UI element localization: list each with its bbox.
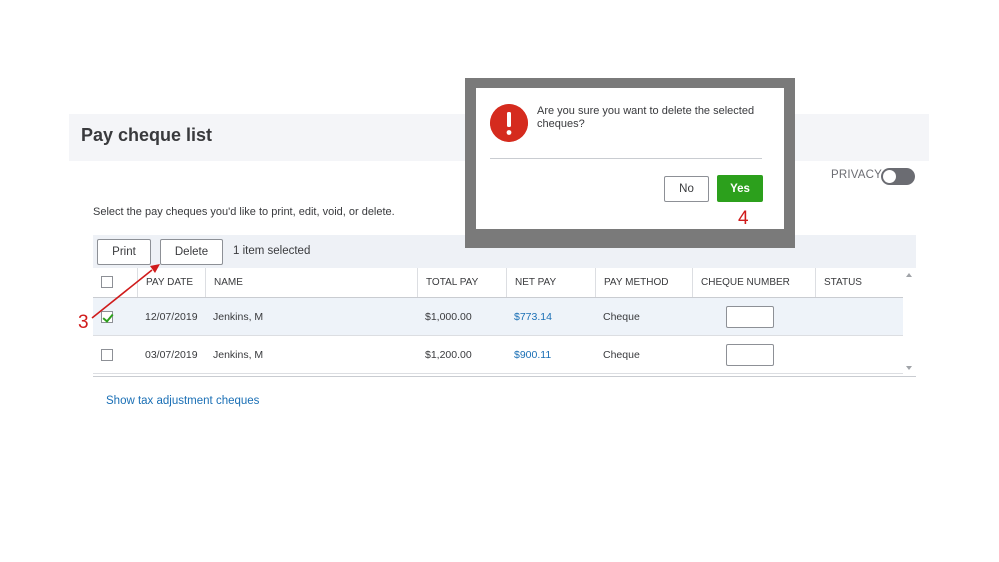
privacy-toggle[interactable] (881, 168, 915, 185)
pay-method-cell: Cheque (603, 349, 640, 361)
header-name[interactable]: NAME (205, 268, 417, 297)
header-select-cell (93, 268, 137, 297)
table-scrollbar[interactable] (903, 268, 916, 376)
select-all-checkbox[interactable] (101, 276, 113, 288)
status-cell (815, 336, 823, 374)
pay-date-cell: 03/07/2019 (145, 349, 198, 361)
name-cell: Jenkins, M (213, 349, 264, 361)
header-total-pay[interactable]: TOTAL PAY (417, 268, 506, 297)
total-pay-cell: $1,000.00 (425, 311, 472, 323)
instructions-text: Select the pay cheques you'd like to pri… (93, 206, 395, 218)
table-row[interactable]: 03/07/2019 Jenkins, M $1,200.00 $900.11 … (93, 336, 903, 374)
net-pay-link[interactable]: $773.14 (506, 298, 552, 336)
pay-cheque-table: PAY DATE NAME TOTAL PAY NET PAY PAY METH… (93, 268, 916, 377)
page-title: Pay cheque list (81, 125, 213, 145)
table-header-row: PAY DATE NAME TOTAL PAY NET PAY PAY METH… (93, 268, 903, 298)
cheque-number-input[interactable] (726, 344, 774, 366)
table-row[interactable]: 12/07/2019 Jenkins, M $1,000.00 $773.14 … (93, 298, 903, 336)
header-status[interactable]: STATUS (815, 268, 903, 297)
annotation-step-3: 3 (78, 312, 89, 333)
show-tax-adjustment-link[interactable]: Show tax adjustment cheques (106, 395, 259, 407)
total-pay-cell: $1,200.00 (425, 349, 472, 361)
pay-method-cell: Cheque (603, 311, 640, 323)
pay-date-cell: 12/07/2019 (145, 311, 198, 323)
toggle-knob (883, 170, 896, 183)
annotation-step-4: 4 (738, 208, 749, 229)
header-pay-method[interactable]: PAY METHOD (595, 268, 692, 297)
status-cell (815, 298, 823, 336)
row-checkbox[interactable] (101, 311, 113, 323)
header-pay-date[interactable]: PAY DATE (137, 268, 205, 297)
scroll-down-icon[interactable] (906, 366, 912, 370)
cheque-number-input[interactable] (726, 306, 774, 328)
print-button[interactable]: Print (97, 239, 151, 265)
yes-button[interactable]: Yes (717, 175, 763, 202)
net-pay-link[interactable]: $900.11 (506, 336, 551, 374)
selected-count: 1 item selected (233, 245, 311, 257)
scroll-up-icon[interactable] (906, 273, 912, 277)
header-net-pay[interactable]: NET PAY (506, 268, 595, 297)
alert-exclamation-icon (490, 104, 528, 142)
delete-button[interactable]: Delete (160, 239, 223, 265)
dialog-message: Are you sure you want to delete the sele… (537, 105, 755, 130)
row-checkbox[interactable] (101, 349, 113, 361)
header-cheque-number[interactable]: CHEQUE NUMBER (692, 268, 815, 297)
dialog-divider (490, 158, 762, 159)
privacy-label: PRIVACY (831, 169, 883, 181)
name-cell: Jenkins, M (213, 311, 264, 323)
no-button[interactable]: No (664, 176, 709, 202)
